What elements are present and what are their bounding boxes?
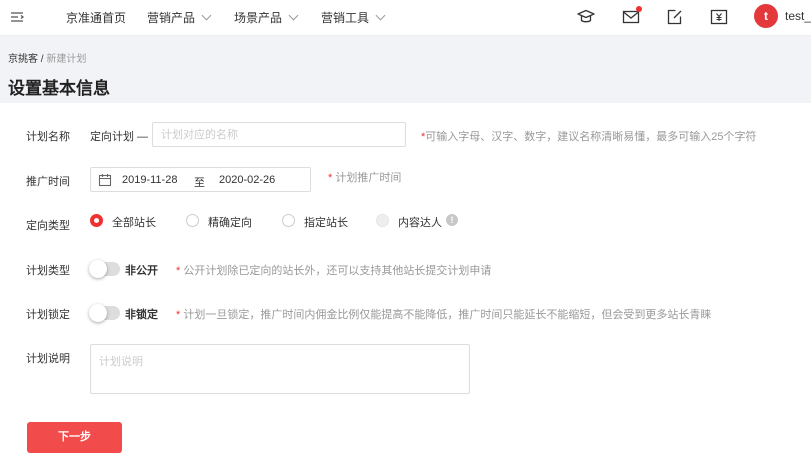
- plan-type-hint: * 公开计划除已定向的站长外，还可以支持其他站长提交计划申请: [176, 265, 492, 277]
- radio-circle: [282, 214, 295, 227]
- radio-circle: [376, 214, 389, 227]
- page-title: 设置基本信息: [8, 79, 110, 98]
- avatar[interactable]: t: [754, 4, 778, 28]
- info-icon[interactable]: !: [446, 214, 458, 226]
- breadcrumb-root[interactable]: 京挑客: [8, 54, 38, 65]
- plan-name-input[interactable]: [152, 122, 406, 147]
- graduation-cap-icon[interactable]: [577, 8, 595, 26]
- form-card: [0, 103, 811, 465]
- nav-item-marketing-products[interactable]: 营销产品: [147, 9, 212, 26]
- target-type-label: 定向类型: [26, 220, 70, 232]
- plan-lock-switch[interactable]: [89, 304, 120, 322]
- date-separator: 至: [194, 177, 205, 189]
- plan-lock-label: 计划锁定: [26, 309, 70, 321]
- promo-time-label: 推广时间: [26, 176, 70, 188]
- yuan-wallet-icon[interactable]: [710, 8, 728, 26]
- chevron-down-icon: [375, 10, 386, 21]
- breadcrumb-current: 新建计划: [46, 54, 87, 65]
- switch-knob: [89, 260, 107, 278]
- switch-knob: [89, 304, 107, 322]
- plan-desc-label: 计划说明: [26, 353, 70, 365]
- plan-desc-input[interactable]: [90, 344, 470, 394]
- radio-circle: [186, 214, 199, 227]
- promo-time-hint: * 计划推广时间: [328, 172, 402, 184]
- plan-lock-switch-label: 非锁定: [125, 309, 158, 321]
- plan-name-hint: *可输入字母、汉字、数字，建议名称清晰易懂，最多可输入25个字符: [421, 131, 757, 143]
- calendar-icon: [98, 174, 112, 187]
- plan-type-switch[interactable]: [89, 260, 120, 278]
- next-step-button[interactable]: 下一步: [27, 422, 122, 453]
- plan-type-switch-label: 非公开: [125, 265, 158, 277]
- plan-type-label: 计划类型: [26, 265, 70, 277]
- nav-item-home[interactable]: 京准通首页: [66, 9, 126, 26]
- chevron-down-icon: [201, 10, 212, 21]
- menu-toggle-icon[interactable]: [10, 10, 24, 24]
- date-start[interactable]: 2019-11-28: [122, 174, 177, 186]
- username[interactable]: test_: [785, 9, 811, 23]
- notification-dot: [636, 6, 642, 12]
- plan-lock-hint: * 计划一旦锁定，推广时间内佣金比例仅能提高不能降低，推广时间只能延长不能缩短，…: [176, 309, 712, 321]
- breadcrumb: 京挑客 / 新建计划: [8, 50, 86, 65]
- top-nav: 京准通首页 营销产品 场景产品 营销工具 t test_: [0, 0, 811, 36]
- chevron-down-icon: [288, 10, 299, 21]
- nav-item-marketing-tools[interactable]: 营销工具: [321, 9, 386, 26]
- date-end[interactable]: 2020-02-26: [219, 174, 275, 186]
- date-range-picker[interactable]: 2019-11-28 至 2020-02-26: [90, 167, 311, 192]
- plan-name-prefix: 定向计划 —: [90, 131, 149, 143]
- nav-item-scene-products[interactable]: 场景产品: [234, 9, 299, 26]
- plan-name-label: 计划名称: [26, 131, 70, 143]
- radio-circle: [90, 214, 103, 227]
- edit-note-icon[interactable]: [666, 8, 684, 26]
